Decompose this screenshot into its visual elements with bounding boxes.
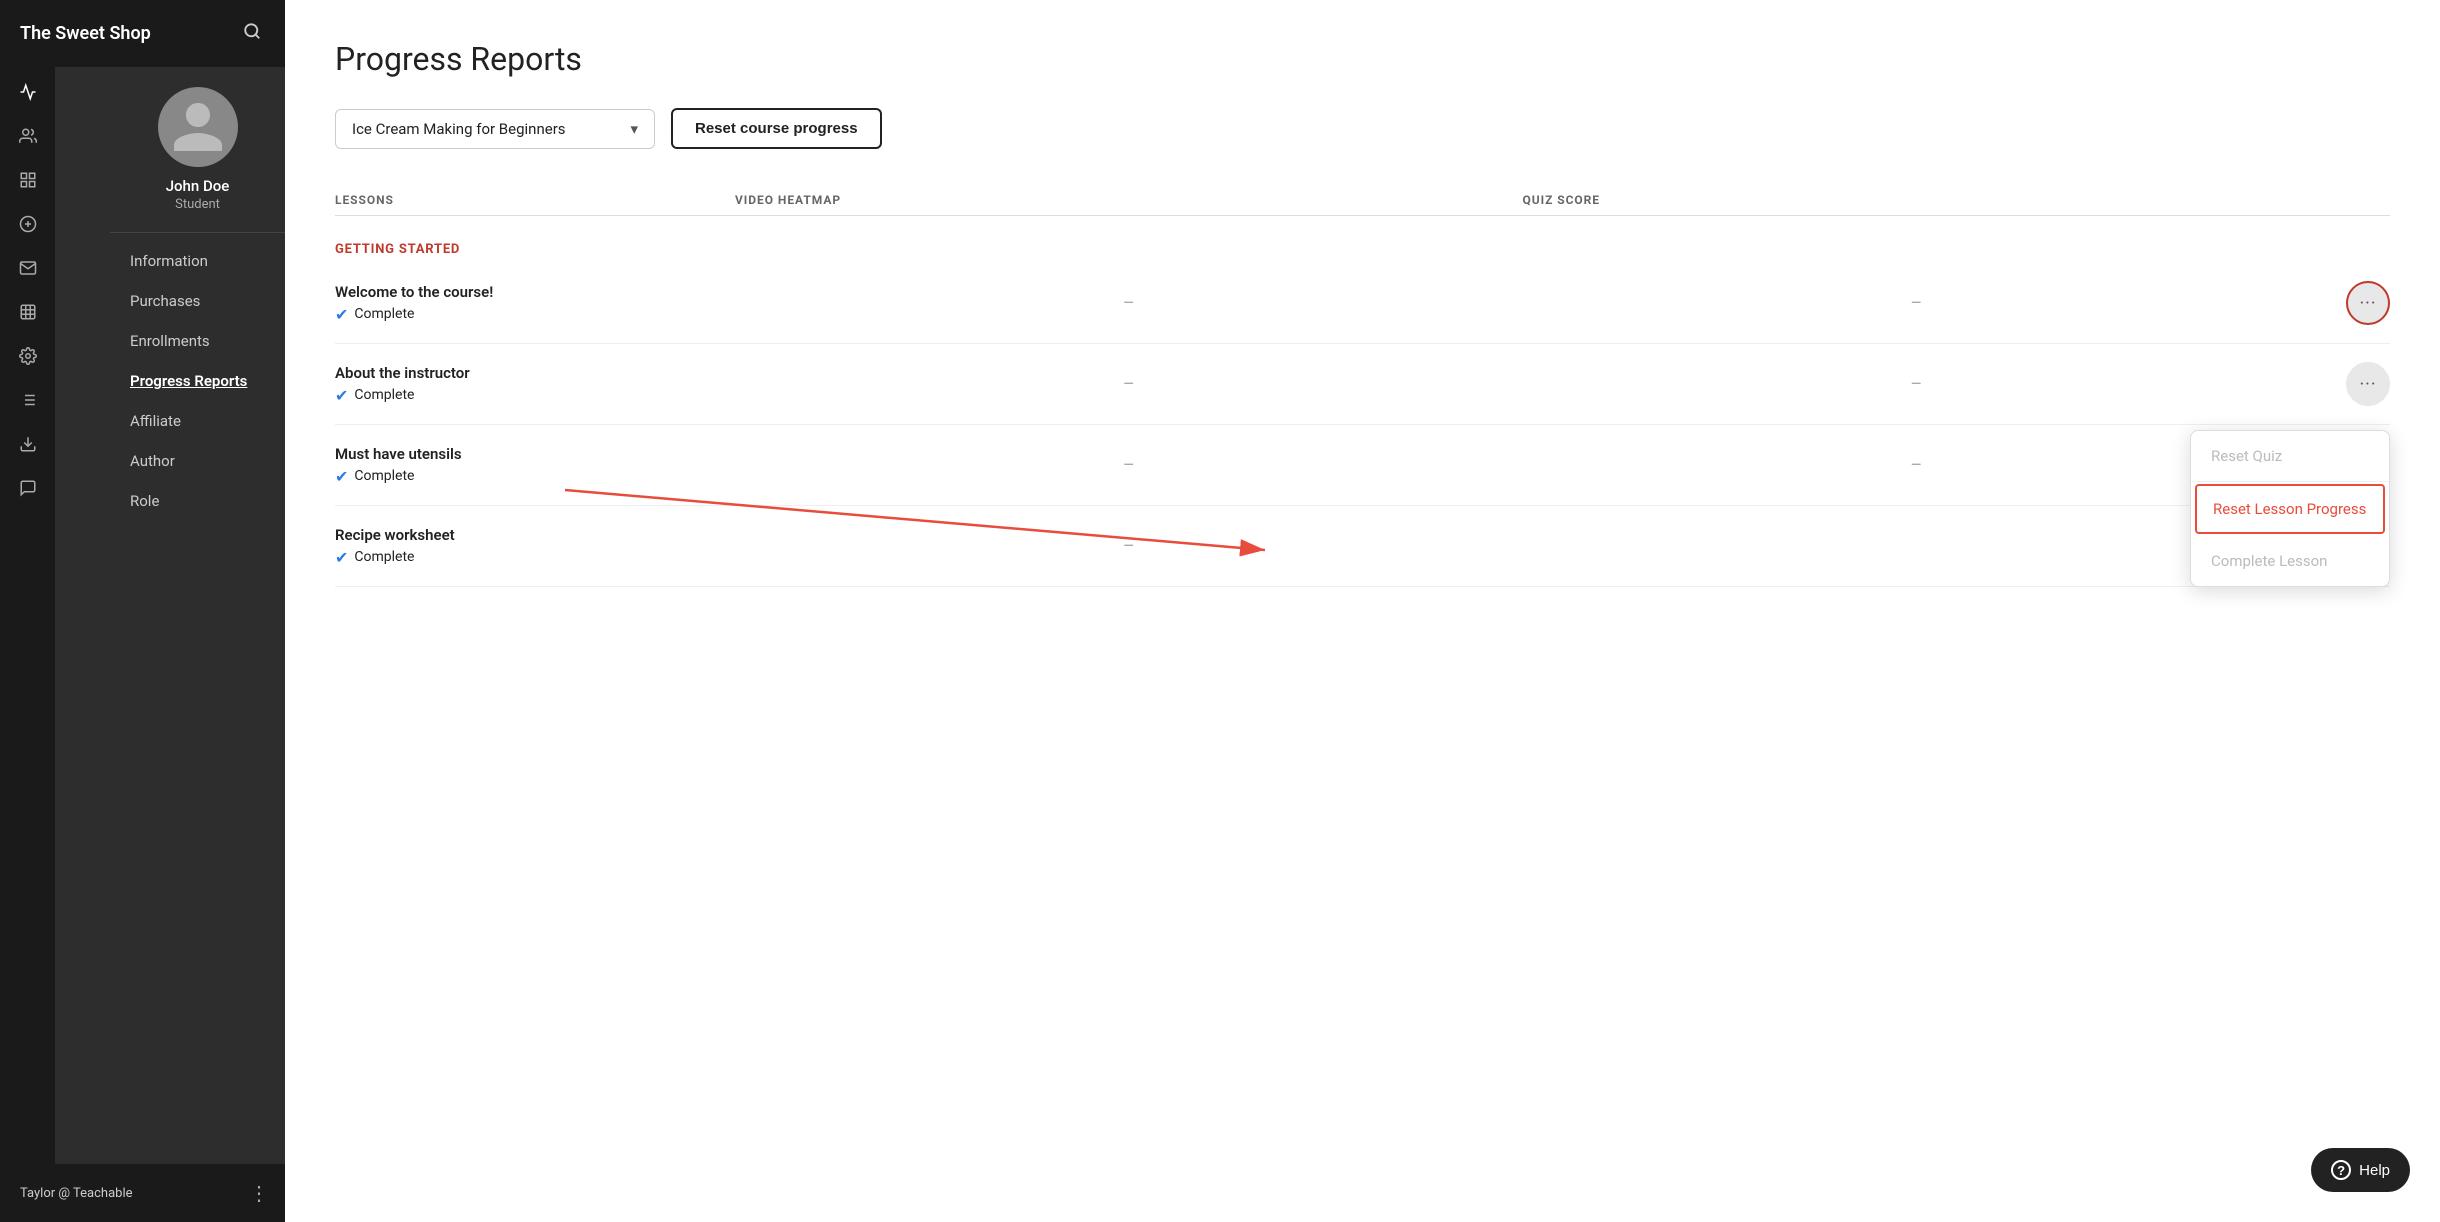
help-icon: ? xyxy=(2331,1160,2351,1180)
icon-nav-strip xyxy=(0,67,55,1164)
dropdown-item-reset-quiz[interactable]: Reset Quiz xyxy=(2191,431,2389,482)
quiz-score-cell: – xyxy=(1523,374,2311,395)
lesson-name: Must have utensils xyxy=(335,445,735,463)
reset-course-button[interactable]: Reset course progress xyxy=(671,108,882,149)
col-header-quiz-score: QUIZ SCORE xyxy=(1523,193,2311,207)
lesson-menu-button[interactable]: ··· xyxy=(2346,362,2390,406)
footer-username: Taylor @ Teachable xyxy=(20,1186,133,1201)
col-header-lessons: LESSONS xyxy=(335,193,735,207)
footer-more-button[interactable]: ⋮ xyxy=(249,1181,269,1205)
video-heatmap-cell: – xyxy=(735,293,1523,314)
sidebar-item-author[interactable]: Author xyxy=(110,441,285,481)
lesson-row: About the instructor ✔ Complete – – ··· xyxy=(335,344,2390,425)
lesson-status: ✔ Complete xyxy=(335,467,735,486)
nav-icon-chat[interactable] xyxy=(8,468,48,508)
lesson-info: Welcome to the course! ✔ Complete xyxy=(335,283,735,324)
sidebar: The Sweet Shop xyxy=(0,0,285,1222)
nav-icon-revenue[interactable] xyxy=(8,204,48,244)
video-heatmap-cell: – xyxy=(735,374,1523,395)
nav-icon-users[interactable] xyxy=(8,116,48,156)
sidebar-item-purchases[interactable]: Purchases xyxy=(110,281,285,321)
course-dropdown[interactable]: Ice Cream Making for Beginners ▾ xyxy=(335,109,655,149)
course-selector-row: Ice Cream Making for Beginners ▾ Reset c… xyxy=(335,108,2390,149)
check-icon: ✔ xyxy=(335,305,348,324)
help-label: Help xyxy=(2359,1162,2390,1179)
check-icon: ✔ xyxy=(335,467,348,486)
page-title: Progress Reports xyxy=(335,40,2390,78)
nav-icon-settings[interactable] xyxy=(8,336,48,376)
course-dropdown-selected: Ice Cream Making for Beginners xyxy=(352,120,566,138)
profile-role: Student xyxy=(175,197,220,212)
lesson-info: About the instructor ✔ Complete xyxy=(335,364,735,405)
check-icon: ✔ xyxy=(335,548,348,567)
sidebar-header: The Sweet Shop xyxy=(0,0,285,67)
nav-icon-layout[interactable] xyxy=(8,160,48,200)
sidebar-item-enrollments[interactable]: Enrollments xyxy=(110,321,285,361)
app-title: The Sweet Shop xyxy=(20,23,151,44)
section-label-getting-started: GETTING STARTED xyxy=(335,228,2390,263)
nav-icon-mail[interactable] xyxy=(8,248,48,288)
sidebar-item-information[interactable]: Information xyxy=(110,241,285,281)
lesson-name: About the instructor xyxy=(335,364,735,382)
lesson-row: Welcome to the course! ✔ Complete – – ··… xyxy=(335,263,2390,344)
profile-section: John Doe Student xyxy=(110,67,285,233)
lesson-context-menu: Reset Quiz Reset Lesson Progress Complet… xyxy=(2190,430,2390,587)
nav-icon-download[interactable] xyxy=(8,424,48,464)
nav-icon-analytics[interactable] xyxy=(8,72,48,112)
lesson-info: Must have utensils ✔ Complete xyxy=(335,445,735,486)
sidebar-item-progress-reports[interactable]: Progress Reports xyxy=(110,361,285,401)
quiz-score-cell: – xyxy=(1523,293,2311,314)
lesson-status: ✔ Complete xyxy=(335,386,735,405)
main-content: Progress Reports Ice Cream Making for Be… xyxy=(285,0,2440,1222)
col-header-video-heatmap: VIDEO HEATMAP xyxy=(735,193,1523,207)
sidebar-item-affiliate[interactable]: Affiliate xyxy=(110,401,285,441)
lesson-row: Recipe worksheet ✔ Complete – ··· xyxy=(335,506,2390,587)
search-icon-button[interactable] xyxy=(239,18,265,49)
lesson-status: ✔ Complete xyxy=(335,548,735,567)
video-heatmap-cell: – xyxy=(735,536,1523,557)
profile-name: John Doe xyxy=(166,177,230,195)
lesson-status: ✔ Complete xyxy=(335,305,735,324)
table-header: LESSONS VIDEO HEATMAP QUIZ SCORE xyxy=(335,185,2390,216)
nav-icon-courses[interactable] xyxy=(8,380,48,420)
help-button[interactable]: ? Help xyxy=(2311,1148,2410,1192)
check-icon: ✔ xyxy=(335,386,348,405)
video-heatmap-cell: – xyxy=(735,455,1523,476)
nav-icon-grid[interactable] xyxy=(8,292,48,332)
sidebar-footer: Taylor @ Teachable ⋮ xyxy=(0,1164,285,1222)
lesson-row: Must have utensils ✔ Complete – – ··· xyxy=(335,425,2390,506)
lesson-name: Welcome to the course! xyxy=(335,283,735,301)
avatar xyxy=(158,87,238,167)
dropdown-item-complete-lesson[interactable]: Complete Lesson xyxy=(2191,536,2389,586)
sidebar-item-role[interactable]: Role xyxy=(110,481,285,521)
dropdown-item-reset-lesson-progress[interactable]: Reset Lesson Progress xyxy=(2195,484,2385,534)
nav-links: Information Purchases Enrollments Progre… xyxy=(110,233,285,1164)
lesson-info: Recipe worksheet ✔ Complete xyxy=(335,526,735,567)
lesson-name: Recipe worksheet xyxy=(335,526,735,544)
chevron-down-icon: ▾ xyxy=(630,120,638,138)
lesson-menu-button[interactable]: ··· xyxy=(2346,281,2390,325)
col-header-actions xyxy=(2310,193,2390,207)
